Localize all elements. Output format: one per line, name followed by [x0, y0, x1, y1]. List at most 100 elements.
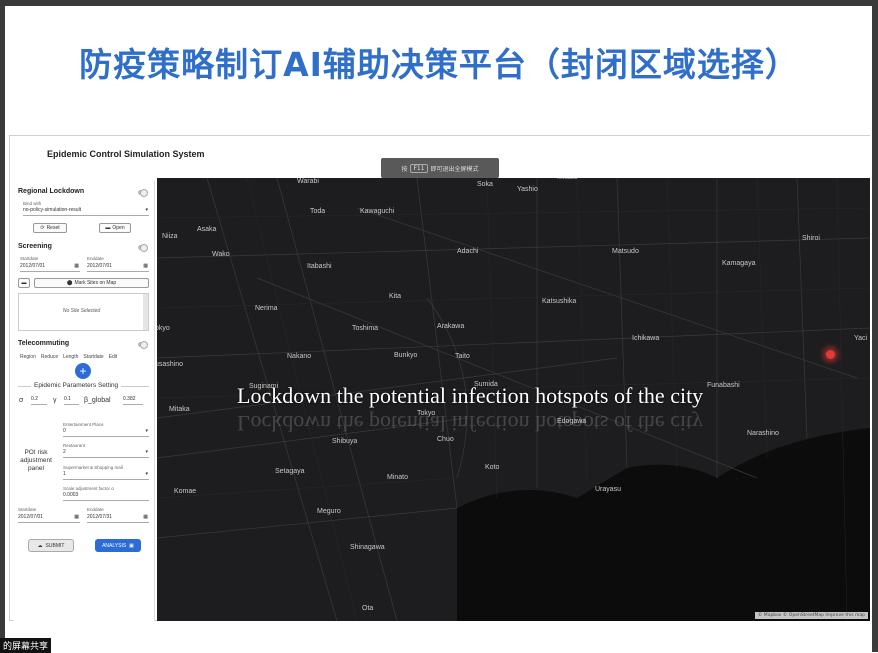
poi-enddate-input[interactable]: 2012/07/31 ▦	[87, 514, 149, 523]
map-label: Nakano	[287, 353, 312, 360]
tab-edit[interactable]: Edit	[109, 354, 118, 360]
map-label: Itabashi	[307, 263, 332, 270]
map-label: Urayasu	[595, 486, 622, 493]
tokyo-bay	[457, 428, 870, 621]
epidemic-params-title: Epidemic Parameters Setting	[31, 382, 122, 389]
screening-startdate-label: Startdate	[20, 256, 39, 261]
map-label: Toda	[310, 208, 326, 215]
app-header: Epidemic Control Simulation System 按 F11…	[10, 136, 871, 178]
map-label: Komae	[174, 488, 197, 495]
app-title: Epidemic Control Simulation System	[47, 149, 205, 159]
control-panel: Regional Lockdown Bind with no-policy-si…	[13, 181, 155, 621]
map-label: Funabashi	[707, 382, 740, 389]
map-label: okyo	[157, 325, 170, 332]
map-label: Shiroi	[802, 235, 820, 242]
window-frame-right	[872, 0, 878, 652]
site-list-scrollbar[interactable]	[143, 294, 148, 330]
restaurant-select[interactable]: 2 ▾	[63, 449, 149, 458]
telecommuting-toggle[interactable]	[138, 341, 148, 349]
map-label: Shinagawa	[350, 544, 385, 551]
infection-hotspot-marker[interactable]	[826, 350, 835, 359]
beta-global-label: β_global	[84, 397, 111, 404]
map-label: Taito	[455, 353, 470, 360]
map-label: Minato	[387, 474, 409, 481]
scale-factor-input[interactable]: 0.0003	[63, 492, 149, 501]
sigma-input[interactable]: 0.2	[31, 396, 47, 405]
map-label: Kamagaya	[722, 260, 756, 267]
analysis-button[interactable]: ANALYSIS ▣	[95, 539, 141, 552]
supermarket-select[interactable]: 1 ▾	[63, 471, 149, 480]
bind-with-select[interactable]: no-policy-simulation-result ▾	[23, 207, 149, 216]
map-label: Nerima	[255, 305, 278, 312]
fullscreen-hint-key: F11	[410, 163, 428, 173]
reset-button-label: Reset	[46, 225, 60, 231]
telecommuting-tabs: Region Reduce Length Startdate Edit	[20, 354, 117, 360]
gamma-input[interactable]: 0.1	[64, 396, 79, 405]
map-label: Narashino	[747, 430, 779, 437]
calendar-icon: ▦	[143, 263, 148, 269]
tab-startdate[interactable]: Startdate	[83, 354, 103, 360]
chart-icon: ▣	[129, 542, 134, 549]
open-button-label: Open	[112, 225, 125, 231]
app-window: Epidemic Control Simulation System 按 F11…	[9, 135, 871, 621]
poi-title-line-2: adjustment	[20, 457, 52, 464]
poi-enddate-value: 2012/07/31	[87, 514, 113, 520]
chevron-down-icon: ▾	[145, 449, 148, 455]
screening-startdate-input[interactable]: 2012/07/01 ▦	[20, 263, 80, 272]
cloud-upload-icon: ☁	[37, 542, 43, 549]
map-label: Shibuya	[332, 438, 358, 445]
screening-toggle[interactable]	[138, 244, 148, 252]
tab-reduce[interactable]: Reduce	[41, 354, 58, 360]
screening-enddate-label: Enddate	[87, 256, 104, 261]
calendar-icon: ▦	[74, 514, 79, 520]
slide-title: 防疫策略制订AI辅助决策平台（封闭区域选择）	[79, 45, 799, 84]
city-map[interactable]: Warabi Soka Misato Yashio Toda Kawaguchi Niiza…	[157, 178, 870, 621]
submit-button-label: SUBMIT	[45, 542, 65, 549]
screening-enddate-input[interactable]: 2012/07/01 ▦	[87, 263, 149, 272]
calendar-icon: ▦	[143, 514, 148, 520]
screening-folder-button[interactable]: ▬	[18, 278, 30, 288]
map-label: Warabi	[297, 178, 319, 185]
entertainment-value: 0	[63, 428, 66, 434]
chevron-down-icon: ▾	[145, 428, 148, 434]
map-attribution[interactable]: © Mapbox © OpenStreetMap Improve this ma…	[754, 612, 868, 619]
plus-icon: +	[79, 364, 87, 378]
gamma-label: γ	[53, 397, 57, 404]
map-label: Bunkyo	[394, 352, 418, 359]
reset-button[interactable]: ⟳ Reset	[33, 223, 67, 233]
map-label: Soka	[477, 181, 493, 188]
screen-share-label: 的屏幕共享	[0, 638, 52, 653]
sigma-label: σ	[19, 397, 24, 404]
fullscreen-hint-prefix: 按	[401, 165, 408, 173]
video-caption-reflection: Lockdown the potential infection hotspot…	[237, 411, 704, 436]
poi-startdate-value: 2012/07/01	[18, 514, 44, 520]
map-label: Wako	[212, 251, 230, 258]
regional-lockdown-toggle[interactable]	[138, 189, 148, 197]
restaurant-value: 2	[63, 449, 66, 455]
open-button[interactable]: ▬ Open	[99, 223, 131, 233]
map-label: Setagaya	[275, 468, 305, 475]
map-label: Toshima	[352, 325, 379, 332]
tab-region[interactable]: Region	[20, 354, 36, 360]
beta-global-input[interactable]: 0.382	[123, 396, 143, 405]
map-label: Koto	[485, 464, 500, 471]
poi-startdate-input[interactable]: 2012/07/01 ▦	[18, 514, 80, 523]
entertainment-label: Entertainment Place	[63, 422, 104, 427]
map-pin-icon: ⬤	[66, 280, 73, 286]
folder-icon: ▬	[105, 225, 111, 231]
tab-length[interactable]: Length	[63, 354, 78, 360]
site-list[interactable]: No Site Selected	[18, 293, 149, 331]
map-label: Yaci	[854, 335, 868, 342]
video-caption: Lockdown the potential infection hotspot…	[237, 383, 704, 408]
calendar-icon: ▦	[74, 263, 79, 269]
entertainment-select[interactable]: 0 ▾	[63, 428, 149, 437]
mark-sites-button[interactable]: ⬤ Mark Sites on Map	[34, 278, 149, 288]
add-region-button[interactable]: +	[75, 363, 91, 379]
submit-button[interactable]: ☁ SUBMIT	[28, 539, 74, 552]
map-label: Arakawa	[437, 323, 465, 330]
map-label: Kawaguchi	[360, 208, 395, 215]
poi-startdate-label: Startdate	[18, 507, 37, 512]
regional-lockdown-title: Regional Lockdown	[18, 188, 85, 195]
analysis-button-label: ANALYSIS	[102, 542, 127, 549]
screening-startdate-value: 2012/07/01	[20, 263, 46, 269]
